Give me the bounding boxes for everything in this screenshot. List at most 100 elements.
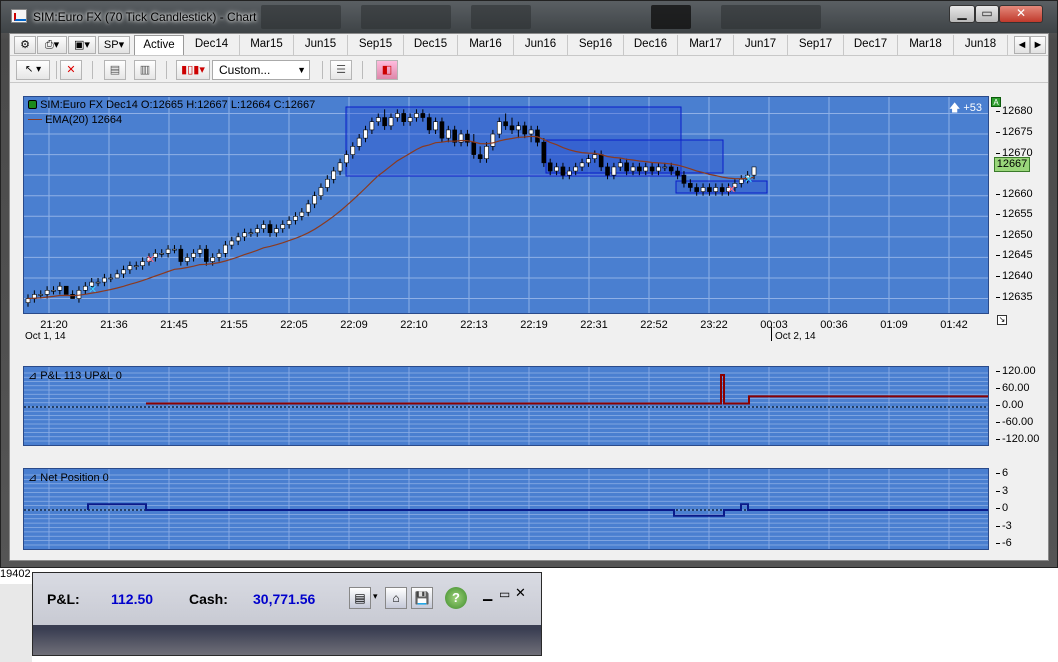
buy-marker: ✕: [744, 174, 753, 186]
candle-body: [44, 290, 50, 295]
candle-body: [592, 154, 598, 159]
remove-drawings-icon[interactable]: ✕: [60, 60, 82, 80]
candle-body: [573, 166, 578, 172]
price-panel[interactable]: ✕ ✕ ✕ ✕ SIM:Euro FX Dec14 O:12665 H:12667 L…: [23, 96, 989, 314]
account-status-top: P&L: 112.50 Cash: 30,771.56 ▤ ▾ ⌂ 💾 ? ▁ …: [33, 573, 541, 625]
close-button[interactable]: ✕: [515, 585, 526, 601]
data-box-icon[interactable]: ☰: [330, 60, 352, 80]
tab-jun17[interactable]: Jun17: [734, 35, 788, 55]
candle-body: [318, 187, 324, 197]
position-panel[interactable]: ⊿ Net Position 0: [23, 468, 989, 550]
candle-body: [331, 170, 336, 180]
minimize-button[interactable]: ▁: [483, 587, 492, 601]
pnl-y-axis[interactable]: 120.00 60.00 0.00 -60.00 -120.00: [990, 365, 1048, 446]
panel-collapse-icon[interactable]: ⊿: [28, 370, 37, 382]
toolbar-separator: [166, 61, 167, 79]
instrument-button[interactable]: SP▾: [98, 36, 130, 54]
current-price-marker: 12667: [994, 157, 1030, 172]
candle-body: [630, 166, 636, 172]
tab-sep15[interactable]: Sep15: [348, 35, 404, 55]
help-icon[interactable]: ?: [445, 587, 467, 609]
sell-marker: ✕: [146, 254, 155, 266]
home-icon[interactable]: ⌂: [385, 587, 407, 609]
time-tick-label: 22:31: [580, 319, 608, 331]
candle-body: [605, 166, 610, 176]
price-tick-label: 12645: [996, 249, 1033, 262]
tab-sep16[interactable]: Sep16: [568, 35, 624, 55]
time-tick-label: 22:09: [340, 319, 368, 331]
minimize-button[interactable]: ▁: [949, 5, 975, 23]
strategies-icon[interactable]: ▥: [134, 60, 156, 80]
window-title: SIM:Euro FX (70 Tick Candlestick) - Char…: [33, 10, 257, 24]
toolbar-contracts: ⚙ ⎙▾ ▣▾ SP▾ Active Dec14 Mar15 Jun15 Sep15 De…: [10, 34, 1048, 56]
price-tick-label: 12650: [996, 228, 1033, 241]
chevron-down-icon[interactable]: ▾: [373, 591, 378, 602]
price-chart[interactable]: ✕ ✕ ✕ ✕: [24, 97, 989, 314]
position-chart[interactable]: [24, 469, 989, 550]
pnl-chart[interactable]: [24, 367, 989, 446]
tab-dec17[interactable]: Dec17: [844, 35, 898, 55]
title-bar[interactable]: SIM:Euro FX (70 Tick Candlestick) - Char…: [1, 1, 1057, 33]
candle-body: [446, 129, 451, 139]
candle-body: [325, 178, 330, 188]
bar-type-icon[interactable]: ▮▯▮▾: [176, 60, 210, 80]
chart-trader-icon[interactable]: ◧: [376, 60, 398, 80]
resize-corner-icon[interactable]: ↘: [997, 315, 1007, 325]
candle-body: [490, 133, 496, 147]
candle-body: [668, 166, 674, 172]
snapshot-icon[interactable]: ▣▾: [68, 36, 96, 54]
tab-dec14[interactable]: Dec14: [184, 35, 240, 55]
cash-status-label: Cash:: [189, 591, 228, 607]
candle-body: [675, 170, 680, 176]
candle-body: [637, 166, 642, 172]
candle-body: [223, 244, 228, 254]
print-icon[interactable]: ⎙▾: [37, 36, 67, 54]
position-y-axis[interactable]: 6 3 0 -3 -6: [990, 467, 1048, 550]
tab-mar16[interactable]: Mar16: [458, 35, 514, 55]
candle-body: [617, 162, 623, 168]
tab-dec15[interactable]: Dec15: [404, 35, 458, 55]
indicators-icon[interactable]: ▤: [104, 60, 126, 80]
save-icon[interactable]: 💾: [411, 587, 433, 609]
pnl-label: P&L 113 UP&L 0: [40, 370, 122, 382]
candle-body: [484, 146, 489, 159]
tick-label: -3: [996, 519, 1012, 532]
titlebar-decoration: [261, 5, 341, 29]
close-button[interactable]: ✕: [999, 5, 1043, 23]
auto-scale-icon[interactable]: A: [991, 97, 1001, 107]
pnl-panel[interactable]: ⊿ P&L 113 UP&L 0: [23, 366, 989, 446]
toolbar-separator: [322, 61, 323, 79]
maximize-button[interactable]: ▭: [975, 5, 999, 23]
offset-value: +53: [963, 102, 982, 114]
candle-body: [535, 129, 540, 143]
candle-body: [235, 236, 241, 242]
toolbar-separator: [92, 61, 93, 79]
tab-jun16[interactable]: Jun16: [514, 35, 568, 55]
tab-mar17[interactable]: Mar17: [678, 35, 734, 55]
tab-mar18[interactable]: Mar18: [898, 35, 954, 55]
pointer-tool-icon[interactable]: ↖ ▾: [16, 60, 50, 80]
price-tick-label: 12675: [996, 126, 1033, 139]
tabs-scroll-left[interactable]: ◄: [1014, 36, 1030, 54]
chevron-down-icon: ▼: [297, 65, 306, 75]
accounts-icon[interactable]: ▤: [349, 587, 371, 609]
tab-sep17[interactable]: Sep17: [788, 35, 844, 55]
properties-icon[interactable]: ⚙: [14, 36, 36, 54]
tab-mar15[interactable]: Mar15: [240, 35, 294, 55]
candle-body: [121, 269, 126, 275]
chart-style-dropdown[interactable]: Custom... ▼: [212, 60, 310, 80]
ema-swatch: [28, 119, 42, 120]
tab-jun18[interactable]: Jun18: [954, 35, 1008, 55]
price-y-axis[interactable]: A 12667 12680 12675 12670 12660 12655 12650 12…: [990, 96, 1048, 314]
panel-collapse-icon[interactable]: ⊿: [28, 472, 37, 484]
candle-body: [496, 121, 502, 135]
tab-jun15[interactable]: Jun15: [294, 35, 348, 55]
tabs-scroll-right[interactable]: ►: [1030, 36, 1046, 54]
time-x-axis[interactable]: Oct 1, 14 Oct 2, 14 ↘ 21:20 21:36 21:45 21:…: [23, 315, 1048, 347]
titlebar-decoration: [651, 5, 691, 29]
time-tick-label: 00:03: [760, 319, 788, 331]
tab-active[interactable]: Active: [134, 35, 184, 55]
maximize-button[interactable]: ▭: [499, 587, 510, 601]
tab-dec16[interactable]: Dec16: [624, 35, 678, 55]
background-window: [0, 584, 32, 662]
